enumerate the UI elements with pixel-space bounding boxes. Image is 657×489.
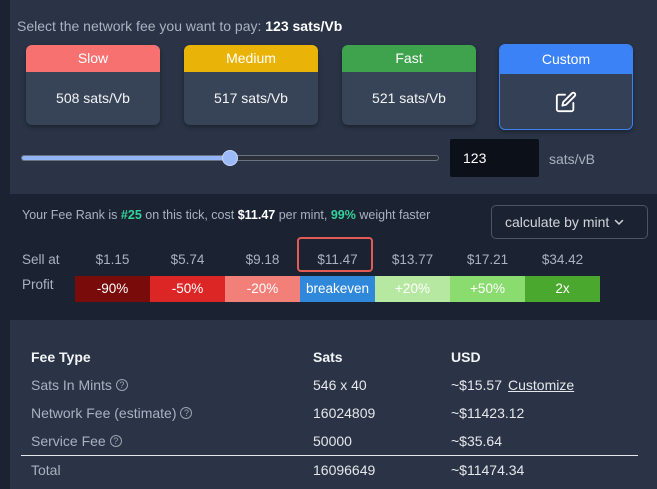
- fee-option-label: Medium: [184, 45, 318, 72]
- fee-rank-text: Your Fee Rank is #25 on this tick, cost …: [22, 207, 432, 224]
- sell-price: $13.77: [391, 252, 434, 267]
- table-row-label: Network Fee (estimate) ?: [31, 405, 193, 421]
- rank-suffix: weight faster: [359, 208, 431, 222]
- help-icon[interactable]: ?: [109, 435, 122, 447]
- fee-option-label: Custom: [500, 45, 632, 74]
- customize-link[interactable]: Customize: [508, 377, 574, 393]
- table-row-usd: ~$35.64: [451, 433, 502, 449]
- help-icon[interactable]: ?: [115, 379, 128, 391]
- fee-option-slow[interactable]: Slow 508 sats/Vb: [26, 45, 160, 125]
- total-divider: [21, 455, 638, 456]
- sell-price: $1.15: [95, 252, 130, 267]
- fee-option-label: Fast: [342, 45, 476, 72]
- fee-rate-unit: sats/vB: [549, 151, 595, 167]
- profit-cell: -90%: [75, 276, 150, 302]
- table-row-label: Sats In Mints ?: [31, 377, 128, 393]
- sell-price: $17.21: [466, 252, 509, 267]
- table-row-usd: ~$15.57 Customize: [451, 377, 574, 393]
- profit-cell: +50%: [450, 276, 525, 302]
- profit-cell: -20%: [225, 276, 300, 302]
- calculate-mode-select[interactable]: calculate by mint: [491, 205, 648, 239]
- fee-option-medium[interactable]: Medium 517 sats/Vb: [184, 45, 318, 125]
- help-icon[interactable]: ?: [180, 407, 193, 419]
- row-label-text: Sats In Mints: [31, 377, 112, 393]
- table-row-sats: 16024809: [313, 405, 376, 421]
- sell-price: $34.42: [541, 252, 584, 267]
- fee-option-custom[interactable]: Custom: [499, 44, 633, 130]
- fee-prompt: Select the network fee you want to pay: …: [17, 18, 342, 34]
- profit-cell: breakeven: [300, 276, 375, 302]
- profit-cell: -50%: [150, 276, 225, 302]
- row-label-text: Service Fee: [31, 433, 106, 449]
- sell-price: $9.18: [245, 252, 280, 267]
- fee-prompt-text: Select the network fee you want to pay:: [17, 18, 262, 34]
- row-label-text: Network Fee (estimate): [31, 405, 177, 421]
- rank-prefix: Your Fee Rank is: [22, 208, 118, 222]
- current-price-highlight: [297, 237, 373, 272]
- table-row-label: Service Fee ?: [31, 433, 122, 449]
- fee-option-value: 517 sats/Vb: [214, 90, 288, 106]
- fee-option-fast[interactable]: Fast 521 sats/Vb: [342, 45, 476, 125]
- row-usd-value: ~$15.57: [451, 377, 502, 393]
- fee-option-label: Slow: [26, 45, 160, 72]
- profit-cell: 2x: [525, 276, 600, 302]
- table-row-usd: ~$11423.12: [451, 405, 525, 421]
- total-sats: 16096649: [313, 462, 376, 478]
- table-header-sats: Sats: [313, 349, 343, 365]
- sell-price: $5.74: [170, 252, 205, 267]
- rank-middle: on this tick, cost: [145, 208, 235, 222]
- total-usd: ~$11474.34: [451, 462, 525, 478]
- fee-option-value: 508 sats/Vb: [56, 90, 130, 106]
- fee-slider-thumb[interactable]: [222, 150, 238, 166]
- fee-rate-input[interactable]: [450, 139, 539, 177]
- table-header-fee-type: Fee Type: [31, 349, 91, 365]
- profit-cell: +20%: [375, 276, 450, 302]
- edit-icon: [555, 91, 577, 113]
- chevron-down-icon: [615, 219, 624, 226]
- fee-option-value: 521 sats/Vb: [372, 90, 446, 106]
- table-row-sats: 50000: [313, 433, 352, 449]
- total-label: Total: [31, 462, 61, 478]
- fee-slider-fill: [22, 156, 230, 160]
- table-header-usd: USD: [451, 349, 481, 365]
- rank-cost: $11.47: [237, 208, 276, 222]
- sell-at-label: Sell at: [22, 252, 60, 267]
- rank-value: #25: [120, 208, 142, 222]
- rank-per: per mint,: [278, 208, 328, 222]
- profit-label: Profit: [22, 277, 54, 292]
- fee-prompt-value: 123 sats/Vb: [265, 18, 343, 34]
- calculate-mode-value: calculate by mint: [505, 214, 610, 230]
- table-row-sats: 546 x 40: [313, 377, 367, 393]
- rank-pct: 99%: [330, 208, 356, 222]
